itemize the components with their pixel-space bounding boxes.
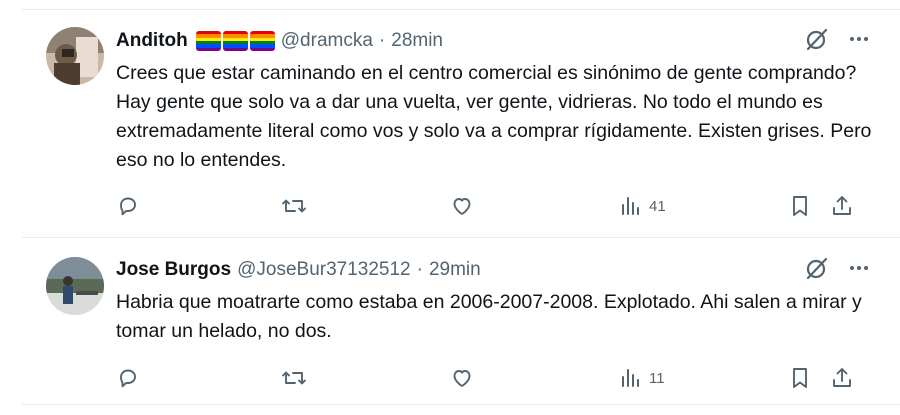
dot-separator: ·	[378, 30, 386, 51]
author-handle[interactable]: @JoseBur37132512	[237, 259, 411, 281]
share-icon	[830, 194, 854, 218]
tweet-header: Jose Burgos @JoseBur37132512 · 29min	[116, 256, 870, 284]
pride-flag-emojis	[195, 31, 275, 51]
heart-icon	[450, 366, 474, 390]
tweet-text: Habria que moatrarte como estaba en 2006…	[116, 291, 862, 342]
heart-icon	[450, 194, 474, 218]
retweet-button[interactable]	[281, 363, 307, 393]
dot-separator: ·	[416, 259, 423, 280]
grok-icon[interactable]	[804, 26, 830, 57]
retweet-button[interactable]	[281, 191, 307, 221]
bookmark-button[interactable]	[789, 363, 811, 393]
views-button[interactable]: 11	[619, 363, 665, 393]
timestamp[interactable]: 28min	[391, 30, 443, 52]
reply-button[interactable]	[116, 191, 140, 221]
bottom-divider	[22, 404, 900, 415]
like-button[interactable]	[450, 363, 474, 393]
retweet-icon	[281, 194, 307, 218]
reply-button[interactable]	[116, 363, 140, 393]
reply-icon	[116, 366, 140, 390]
like-button[interactable]	[450, 191, 474, 221]
pride-flag-icon	[222, 31, 248, 51]
pride-flag-icon	[249, 31, 275, 51]
views-button[interactable]: 41	[619, 191, 666, 221]
bookmark-button[interactable]	[789, 191, 811, 221]
top-divider	[22, 0, 900, 10]
views-chart-icon	[619, 366, 643, 390]
tweet-text: Crees que estar caminando en el centro c…	[116, 62, 872, 171]
retweet-icon	[281, 366, 307, 390]
more-icon[interactable]	[848, 257, 870, 284]
bookmark-icon	[789, 366, 811, 390]
pride-flag-icon	[195, 31, 221, 51]
share-button[interactable]	[830, 191, 854, 221]
tweet-actions: 41	[116, 191, 900, 221]
reply-icon	[116, 194, 140, 218]
views-count: 41	[649, 197, 666, 215]
tweet-header: Anditoh @dramcka · 28min	[116, 27, 870, 55]
views-count: 11	[649, 369, 665, 387]
timestamp[interactable]: 29min	[429, 259, 481, 281]
tweet[interactable]: Anditoh @dramcka · 28min Crees que estar…	[22, 11, 900, 237]
tweet[interactable]: Jose Burgos @JoseBur37132512 · 29min Hab…	[22, 238, 900, 404]
views-chart-icon	[619, 194, 643, 218]
share-button[interactable]	[830, 363, 854, 393]
bookmark-icon	[789, 194, 811, 218]
author-name[interactable]: Jose Burgos	[116, 259, 231, 281]
avatar[interactable]	[46, 257, 104, 315]
share-icon	[830, 366, 854, 390]
grok-icon[interactable]	[804, 255, 830, 286]
more-icon[interactable]	[848, 28, 870, 55]
author-name[interactable]: Anditoh	[116, 30, 188, 52]
author-handle[interactable]: @dramcka	[281, 30, 373, 52]
avatar[interactable]	[46, 27, 104, 85]
tweet-actions: 11	[116, 363, 900, 393]
